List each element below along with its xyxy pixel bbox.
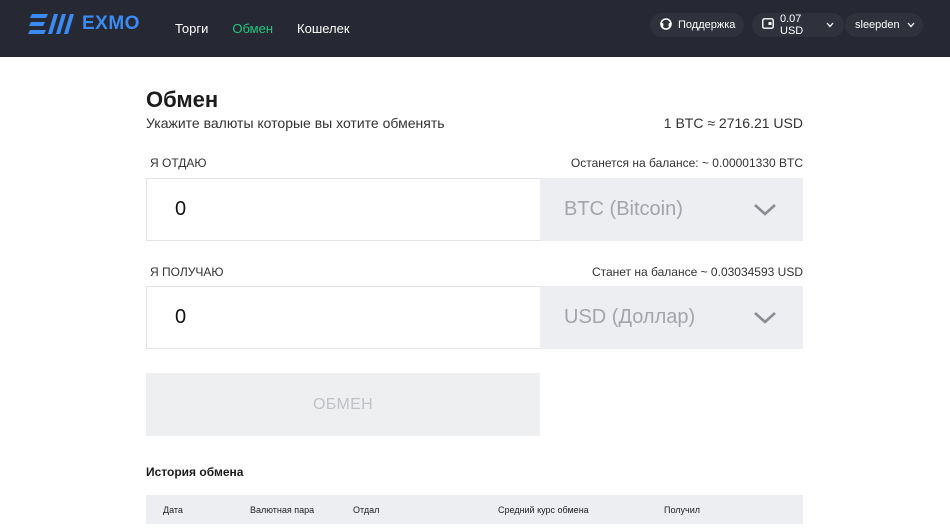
give-label: Я отдаю bbox=[150, 156, 207, 170]
receive-currency-label: USD (Доллар) bbox=[564, 306, 696, 328]
support-button[interactable]: Поддержка bbox=[650, 13, 744, 37]
give-balance-note: Останется на балансе: ~ 0.00001330 BTC bbox=[570, 156, 803, 170]
chevron-down-icon bbox=[753, 200, 777, 223]
exmo-logo[interactable]: EXMO bbox=[28, 12, 140, 36]
receive-currency-select[interactable]: USD (Доллар) bbox=[540, 286, 803, 349]
headset-icon bbox=[660, 17, 672, 33]
page-subtitle: Укажите валюты которые вы хотите обменят… bbox=[146, 115, 445, 131]
chevron-down-icon bbox=[907, 19, 915, 31]
history-table-header: Дата Валютная пара Отдал Средний курс об… bbox=[146, 495, 803, 524]
col-received[interactable]: Получил bbox=[664, 505, 700, 515]
main-nav: Торги Обмен Кошелек bbox=[175, 0, 374, 57]
exchange-submit-button[interactable]: ОБМЕН bbox=[146, 373, 540, 436]
chevron-down-icon bbox=[753, 308, 777, 331]
receive-balance-note: Станет на балансе ~ 0.03034593 USD bbox=[591, 265, 803, 279]
receive-row: 0 USD (Доллар) bbox=[146, 286, 803, 349]
wallet-icon bbox=[762, 18, 774, 32]
col-pair[interactable]: Валютная пара bbox=[250, 505, 314, 515]
col-gave[interactable]: Отдал bbox=[353, 505, 379, 515]
exmo-logo-icon bbox=[28, 14, 74, 34]
support-label: Поддержка bbox=[678, 19, 736, 31]
balance-dropdown[interactable]: 0.07 USD bbox=[752, 13, 844, 37]
nav-wallet[interactable]: Кошелек bbox=[297, 21, 350, 36]
give-currency-select[interactable]: BTC (Bitcoin) bbox=[540, 178, 803, 241]
give-row: 0 BTC (Bitcoin) bbox=[146, 178, 803, 241]
receive-label: Я получаю bbox=[150, 265, 224, 279]
history-title: История обмена bbox=[146, 465, 244, 479]
nav-exchange[interactable]: Обмен bbox=[232, 21, 273, 36]
give-amount-input[interactable]: 0 bbox=[146, 178, 540, 241]
page-title: Обмен bbox=[146, 87, 219, 112]
chevron-down-icon bbox=[826, 19, 834, 31]
username: sleepden bbox=[855, 19, 900, 31]
exchange-rate: 1 BTC ≈ 2716.21 USD bbox=[663, 115, 803, 131]
logo-text: EXMO bbox=[82, 13, 140, 34]
col-date[interactable]: Дата bbox=[163, 505, 183, 515]
top-bar: EXMO Торги Обмен Кошелек Поддержка 0.07 … bbox=[0, 0, 950, 57]
col-avg-rate[interactable]: Средний курс обмена bbox=[498, 505, 589, 515]
receive-amount-input[interactable]: 0 bbox=[146, 286, 540, 349]
nav-trade[interactable]: Торги bbox=[175, 21, 208, 36]
give-currency-label: BTC (Bitcoin) bbox=[564, 198, 683, 220]
balance-label: 0.07 USD bbox=[780, 13, 804, 37]
user-menu[interactable]: sleepden bbox=[845, 13, 923, 37]
